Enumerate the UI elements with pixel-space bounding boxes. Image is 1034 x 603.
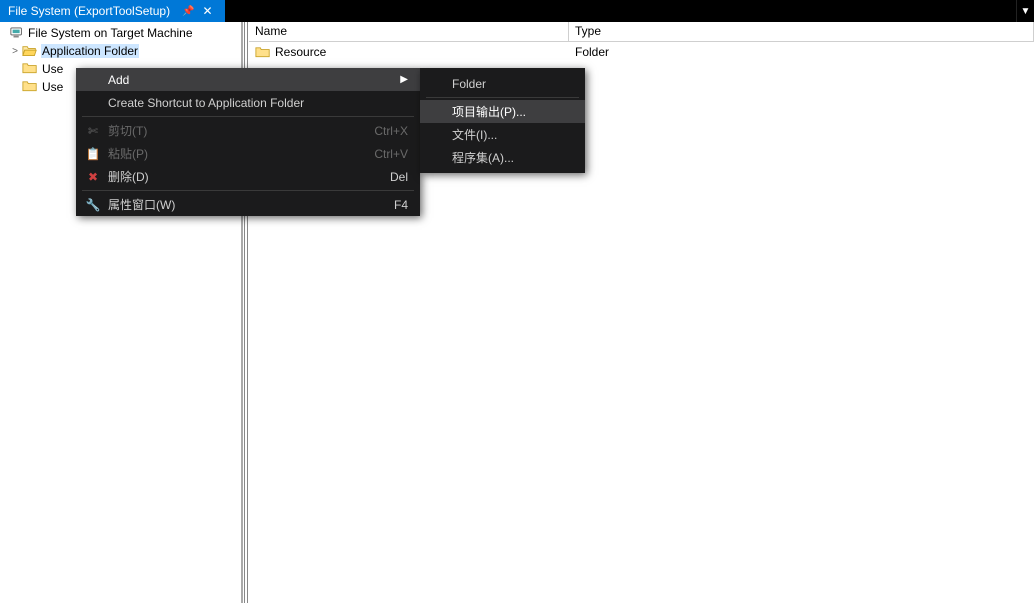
expander-icon[interactable]: > [10,46,20,57]
menu-item-shortcut: Ctrl+X [374,124,408,138]
context-menu: Add ▶ Create Shortcut to Application Fol… [76,68,420,216]
submenu-item-label: Folder [452,77,573,91]
menu-separator [426,97,579,98]
tree-root[interactable]: File System on Target Machine [0,24,241,42]
submenu-item-label: 程序集(A)... [452,149,573,166]
submenu-item-label: 项目输出(P)... [452,103,573,120]
scissors-icon: ✄ [84,124,102,138]
list-header: Name Type [249,22,1034,42]
document-tab-title: File System (ExportToolSetup) [8,4,170,18]
menu-item-add[interactable]: Add ▶ [76,68,420,91]
title-bar: File System (ExportToolSetup) 📌 ✕ ▼ [0,0,1034,22]
menu-item-label: Add [108,73,390,87]
document-tab[interactable]: File System (ExportToolSetup) 📌 ✕ [0,0,225,22]
chevron-down-icon[interactable]: ▼ [1016,0,1034,22]
menu-item-paste: 📋 粘贴(P) Ctrl+V [76,142,420,165]
folder-icon [22,62,38,76]
list-item[interactable]: Resource Folder [249,42,1034,62]
menu-item-label: 粘贴(P) [108,145,334,162]
menu-item-label: Create Shortcut to Application Folder [108,96,408,110]
chevron-right-icon: ▶ [400,74,408,85]
menu-item-label: 删除(D) [108,168,350,185]
menu-item-shortcut: F4 [394,198,408,212]
menu-separator [82,116,414,117]
list-item-name: Resource [275,45,326,59]
wrench-icon: 🔧 [84,198,102,212]
menu-item-shortcut: Ctrl+V [374,147,408,161]
tree-item-application-folder[interactable]: > Application Folder [0,42,241,60]
tree-item-label: Use [41,80,64,94]
menu-separator [82,190,414,191]
folder-icon [255,46,271,59]
submenu-item-project-output[interactable]: 项目输出(P)... [420,100,585,123]
column-header-name[interactable]: Name [249,22,569,41]
pin-icon[interactable]: 📌 [178,6,198,17]
menu-item-label: 属性窗口(W) [108,196,354,213]
submenu-item-assembly[interactable]: 程序集(A)... [420,146,585,169]
clipboard-icon: 📋 [84,147,102,161]
menu-item-properties[interactable]: 🔧 属性窗口(W) F4 [76,193,420,216]
delete-icon: ✖ [84,170,102,184]
menu-item-label: 剪切(T) [108,122,334,139]
menu-item-create-shortcut[interactable]: Create Shortcut to Application Folder [76,91,420,114]
folder-icon [22,80,38,94]
submenu-item-file[interactable]: 文件(I)... [420,123,585,146]
tree-item-label: Application Folder [41,44,139,58]
submenu-item-label: 文件(I)... [452,126,573,143]
tree-item-label: Use [41,62,64,76]
folder-open-icon [22,44,38,58]
list-item-type: Folder [569,45,1034,59]
tree-root-label: File System on Target Machine [28,26,193,40]
submenu-item-folder[interactable]: Folder [420,72,585,95]
menu-item-shortcut: Del [390,170,408,184]
column-header-type[interactable]: Type [569,22,1034,41]
close-icon[interactable]: ✕ [199,4,217,18]
context-submenu-add: Folder 项目输出(P)... 文件(I)... 程序集(A)... [420,68,585,173]
menu-item-delete[interactable]: ✖ 删除(D) Del [76,165,420,188]
menu-item-cut: ✄ 剪切(T) Ctrl+X [76,119,420,142]
computer-icon [10,27,24,39]
